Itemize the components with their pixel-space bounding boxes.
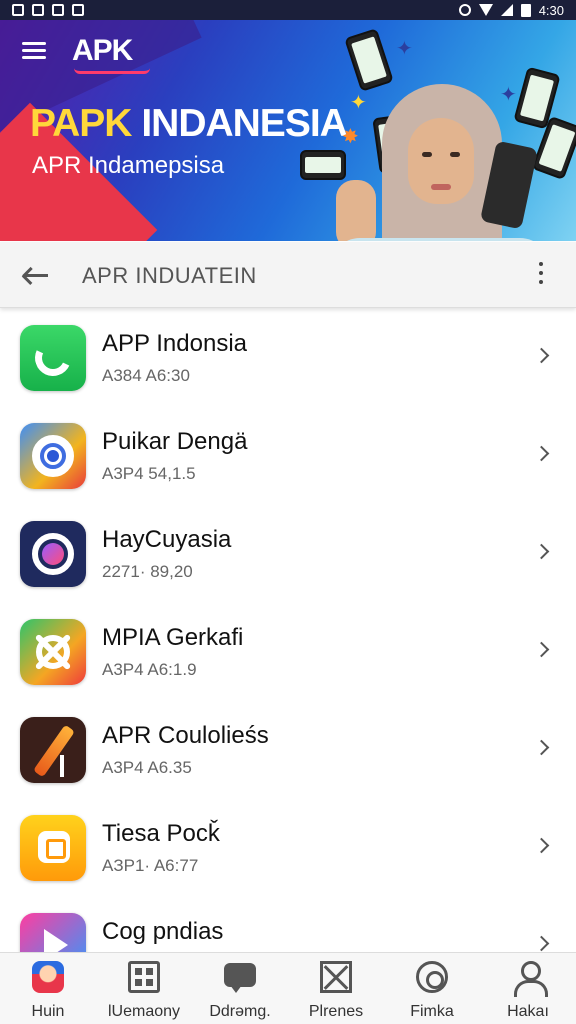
user-icon bbox=[512, 961, 548, 997]
list-item[interactable]: Cog pndias bbox=[0, 896, 576, 952]
nav-item-profile[interactable]: Hakaı bbox=[480, 953, 576, 1024]
bottom-navigation: Huin lUemaony Ddrəmg. Plrenes Fimka Haka… bbox=[0, 952, 576, 1024]
phone-icon bbox=[20, 325, 86, 391]
chevron-right-icon bbox=[536, 740, 548, 756]
status-notifications bbox=[12, 4, 84, 16]
list-item[interactable]: APR Coulolieśs A3P4 A6.35 bbox=[0, 700, 576, 798]
app-name: MPIA Gerkafi bbox=[102, 624, 244, 651]
logo-swoosh bbox=[74, 68, 150, 74]
app-name: APP Indonsia bbox=[102, 330, 247, 357]
notification-icon bbox=[12, 4, 24, 16]
chat-ring-icon bbox=[20, 521, 86, 587]
chevron-right-icon bbox=[536, 936, 548, 952]
list-item[interactable]: Tiesa Pocǩ AЗP1· A6:77 bbox=[0, 798, 576, 896]
nav-label: Hakaı bbox=[507, 1003, 549, 1020]
app-toolbar: APR INDUATEIN bbox=[0, 242, 576, 308]
nav-label: Huin bbox=[31, 1003, 65, 1020]
app-meta: AЗP1· A6:77 bbox=[102, 856, 199, 875]
chevron-right-icon bbox=[536, 446, 548, 462]
promo-person-image bbox=[330, 60, 550, 241]
chrome-icon bbox=[20, 423, 86, 489]
back-arrow-icon[interactable] bbox=[22, 262, 50, 288]
chevron-right-icon bbox=[536, 838, 548, 854]
banner-subtitle: APR Indamepsisa bbox=[32, 152, 225, 179]
nav-label: Plrenes bbox=[308, 1003, 364, 1020]
chevron-right-icon bbox=[536, 544, 548, 560]
nav-label: Fimka bbox=[410, 1003, 454, 1020]
cross-ring-icon bbox=[20, 619, 86, 685]
app-name: Cog pndias bbox=[102, 918, 224, 945]
star-icon: ✦ bbox=[396, 38, 413, 60]
list-item[interactable]: HayCuyasia 2271· 89,20 bbox=[0, 504, 576, 602]
check-icon bbox=[72, 4, 84, 16]
page-title: APR INDUATEIN bbox=[82, 263, 257, 288]
nav-item-box[interactable]: Plrenes bbox=[288, 953, 384, 1024]
banner-title: PAPK INDANESIA bbox=[30, 102, 348, 146]
bubble-icon bbox=[20, 815, 86, 881]
status-bar: 4:30 bbox=[0, 0, 576, 20]
wifi-icon bbox=[478, 4, 493, 16]
mail-icon bbox=[32, 4, 44, 16]
nav-item-grid[interactable]: lUemaony bbox=[96, 953, 192, 1024]
menu-icon[interactable] bbox=[22, 42, 46, 60]
banner-title-highlight: PAPK bbox=[30, 102, 132, 145]
chat-icon bbox=[224, 963, 256, 993]
signal-icon bbox=[500, 4, 513, 16]
app-name: APR Coulolieśs bbox=[102, 722, 269, 749]
promo-banner[interactable]: APK PAPK INDANESIA APR Indamepsisa ✦ ✸ ✦… bbox=[0, 20, 576, 241]
grid-icon bbox=[128, 961, 160, 993]
battery-icon bbox=[520, 3, 531, 17]
list-item[interactable]: MPIA Gerkafi A3P4 A6:1.9 bbox=[0, 602, 576, 700]
status-system: 4:30 bbox=[458, 2, 564, 18]
app-list: APP Indonsia A384 A6:30 Puikar Dengä A3P… bbox=[0, 308, 576, 952]
app-name: Tiesa Pocǩ bbox=[102, 820, 220, 847]
box-icon bbox=[320, 961, 352, 993]
nav-item-chat[interactable]: Ddrəmg. bbox=[192, 953, 288, 1024]
more-options-icon[interactable] bbox=[536, 262, 546, 288]
alarm-icon bbox=[458, 4, 471, 16]
nav-label: Ddrəmg. bbox=[209, 1003, 271, 1020]
app-name: Puikar Dengä bbox=[102, 428, 248, 455]
list-item[interactable]: APP Indonsia A384 A6:30 bbox=[0, 308, 576, 406]
app-logo: APK bbox=[72, 34, 133, 67]
status-time: 4:30 bbox=[538, 2, 564, 18]
pen-icon bbox=[20, 717, 86, 783]
home-avatar-icon bbox=[32, 961, 64, 993]
app-meta: A3P4 A6:1.9 bbox=[102, 660, 197, 679]
chevron-right-icon bbox=[536, 642, 548, 658]
nav-item-camera[interactable]: Fimka bbox=[384, 953, 480, 1024]
app-meta: A384 A6:30 bbox=[102, 366, 190, 385]
edit-icon bbox=[52, 4, 64, 16]
app-meta: A3P4 54,1.5 bbox=[102, 464, 196, 483]
banner-title-rest: INDANESIA bbox=[141, 102, 348, 145]
nav-item-home[interactable]: Huin bbox=[0, 953, 96, 1024]
play-icon bbox=[20, 913, 86, 952]
camera-icon bbox=[416, 961, 448, 993]
app-name: HayCuyasia bbox=[102, 526, 232, 553]
nav-label: lUemaony bbox=[107, 1003, 181, 1020]
app-meta: A3P4 A6.35 bbox=[102, 758, 192, 777]
list-item[interactable]: Puikar Dengä A3P4 54,1.5 bbox=[0, 406, 576, 504]
chevron-right-icon bbox=[536, 348, 548, 364]
app-meta: 2271· 89,20 bbox=[102, 562, 193, 581]
